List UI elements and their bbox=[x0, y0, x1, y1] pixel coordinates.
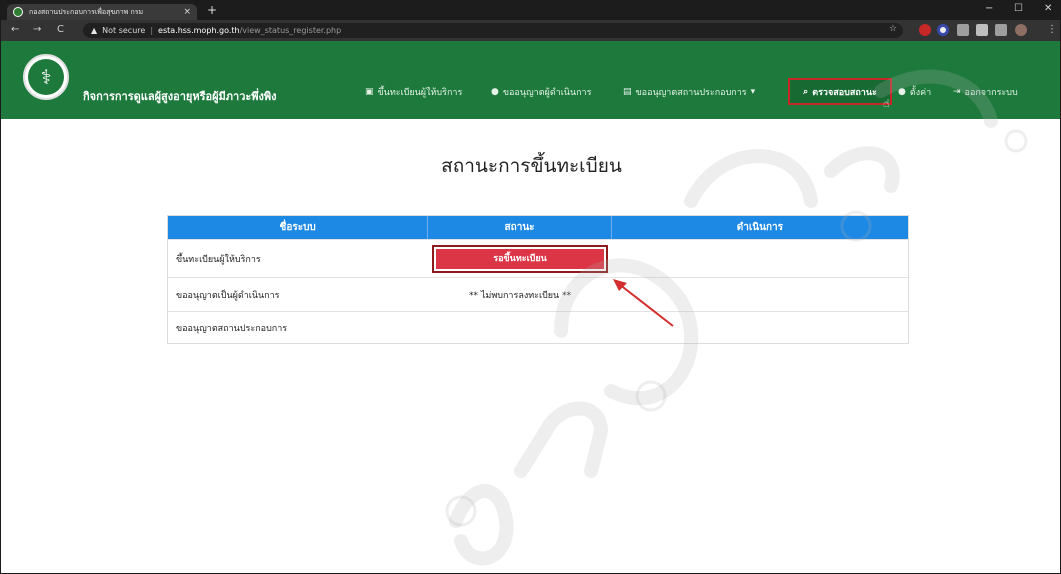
bookmark-star-icon[interactable]: ☆ bbox=[889, 24, 897, 34]
camera-extension-icon[interactable] bbox=[957, 24, 969, 36]
column-header: ชื่อระบบ bbox=[168, 216, 429, 239]
clipboard-icon: ▣ bbox=[365, 87, 374, 97]
favicon-icon bbox=[13, 7, 23, 17]
nav-logout-label: ออกจากระบบ bbox=[964, 88, 1018, 98]
puzzle-extension-icon[interactable] bbox=[976, 24, 988, 36]
nav-check-status-label: ตรวจสอบสถานะ bbox=[812, 87, 877, 98]
reload-button[interactable]: C bbox=[57, 23, 64, 37]
nav-check-status[interactable]: ⌕ ตรวจสอบสถานะ bbox=[788, 78, 892, 105]
system-name-cell: ขึ้นทะเบียนผู้ให้บริการ bbox=[176, 254, 261, 265]
nav-settings[interactable]: ● ตั้งค่า bbox=[898, 85, 931, 99]
table-header: ชื่อระบบ สถานะ ดำเนินการ bbox=[168, 216, 908, 239]
users-cog-icon: ● bbox=[898, 87, 906, 97]
pending-registration-button[interactable]: รอขึ้นทะเบียน bbox=[436, 248, 605, 269]
address-bar[interactable]: ▲ Not secure | esta.hss.moph.go.th /view… bbox=[83, 23, 903, 38]
column-header: สถานะ bbox=[428, 216, 612, 239]
back-button[interactable]: ← bbox=[11, 23, 19, 37]
watermark-stroke bbox=[449, 484, 514, 566]
extension-icon[interactable] bbox=[937, 24, 949, 36]
tab-close-icon[interactable]: × bbox=[183, 7, 191, 17]
moph-logo[interactable]: ⚕ bbox=[23, 54, 69, 100]
system-name-cell: ขออนุญาตสถานประกอบการ bbox=[176, 323, 288, 334]
nav-logout[interactable]: ⇥ ออกจากระบบ bbox=[953, 85, 1018, 99]
search-icon: ⌕ bbox=[803, 86, 809, 97]
maximize-button[interactable]: ☐ bbox=[1014, 3, 1023, 15]
browser-tab-strip: กองสถานประกอบการเพื่อสุขภาพ กรม × + − ☐ … bbox=[1, 1, 1060, 20]
action-cell bbox=[612, 240, 908, 277]
logout-icon: ⇥ bbox=[953, 87, 961, 97]
watermark-ring bbox=[1004, 129, 1028, 153]
url-separator: | bbox=[150, 26, 154, 35]
profile-avatar-icon[interactable] bbox=[1015, 24, 1027, 36]
nav-establishment-license[interactable]: ▤ ขออนุญาตสถานประกอบการ ▾ bbox=[623, 85, 759, 99]
browser-tab[interactable]: กองสถานประกอบการเพื่อสุขภาพ กรม × bbox=[7, 4, 197, 20]
user-icon: ● bbox=[491, 87, 499, 97]
url-path: /view_status_register.php bbox=[239, 26, 342, 35]
status-highlight-box: รอขึ้นทะเบียน bbox=[432, 244, 609, 273]
close-window-button[interactable]: ✕ bbox=[1044, 3, 1052, 15]
status-cell bbox=[428, 312, 612, 343]
nav-settings-label: ตั้งค่า bbox=[909, 88, 932, 98]
table-row: ขออนุญาตสถานประกอบการ bbox=[168, 311, 908, 343]
security-label: Not secure bbox=[102, 26, 146, 35]
document-icon: ▤ bbox=[623, 87, 632, 97]
nav-operator-license[interactable]: ● ขออนุญาตผู้ดำเนินการ bbox=[491, 85, 591, 99]
status-table: ชื่อระบบ สถานะ ดำเนินการ ขึ้นทะเบียนผู้ใ… bbox=[167, 215, 909, 344]
menu-kebab-icon[interactable]: ⋮ bbox=[1047, 23, 1057, 37]
browser-toolbar: ← → C ▲ Not secure | esta.hss.moph.go.th… bbox=[1, 20, 1060, 41]
nav-establishment-license-label: ขออนุญาตสถานประกอบการ bbox=[635, 88, 747, 98]
nav-register-provider-label: ขึ้นทะเบียนผู้ให้บริการ bbox=[377, 88, 463, 98]
caduceus-icon: ⚕ bbox=[28, 59, 64, 95]
new-tab-button[interactable]: + bbox=[207, 3, 217, 17]
watermark-ring bbox=[445, 495, 477, 527]
app-navbar: ⚕ กิจการการดูแลผู้สูงอายุหรือผู้มีภาวะพึ… bbox=[1, 41, 1060, 119]
page-title: สถานะการขึ้นทะเบียน bbox=[441, 155, 622, 177]
arrow-shaft bbox=[618, 283, 674, 327]
status-cell: รอขึ้นทะเบียน bbox=[428, 240, 612, 277]
playlist-icon[interactable] bbox=[995, 24, 1007, 36]
screenshot-frame: กองสถานประกอบการเพื่อสุขภาพ กรม × + − ☐ … bbox=[0, 0, 1061, 574]
table-row: ขออนุญาตเป็นผู้ดำเนินการ ** ไม่พบการลงทะ… bbox=[168, 277, 908, 311]
column-header: ดำเนินการ bbox=[736, 222, 784, 233]
url-host: esta.hss.moph.go.th bbox=[158, 26, 240, 35]
minimize-button[interactable]: − bbox=[985, 3, 993, 15]
table-row: ขึ้นทะเบียนผู้ให้บริการ รอขึ้นทะเบียน bbox=[168, 239, 908, 277]
system-name-cell: ขออนุญาตเป็นผู้ดำเนินการ bbox=[176, 290, 280, 301]
tab-title: กองสถานประกอบการเพื่อสุขภาพ กรม bbox=[29, 7, 144, 16]
caret-down-icon: ▾ bbox=[750, 87, 756, 97]
nav-register-provider[interactable]: ▣ ขึ้นทะเบียนผู้ให้บริการ bbox=[365, 85, 462, 99]
forward-button[interactable]: → bbox=[33, 23, 41, 37]
watermark-ring bbox=[635, 380, 667, 412]
watermark-stroke bbox=[514, 401, 609, 478]
brand-title[interactable]: กิจการการดูแลผู้สูงอายุหรือผู้มีภาวะพึ่ง… bbox=[83, 87, 277, 105]
hand-cursor-icon: ☝ bbox=[883, 97, 890, 110]
nav-operator-license-label: ขออนุญาตผู้ดำเนินการ bbox=[502, 88, 592, 98]
warning-icon: ▲ bbox=[91, 26, 98, 35]
extension-icon[interactable] bbox=[919, 24, 931, 36]
annotation-arrow bbox=[613, 279, 674, 327]
status-cell: ** ไม่พบการลงทะเบียน ** bbox=[469, 290, 572, 301]
